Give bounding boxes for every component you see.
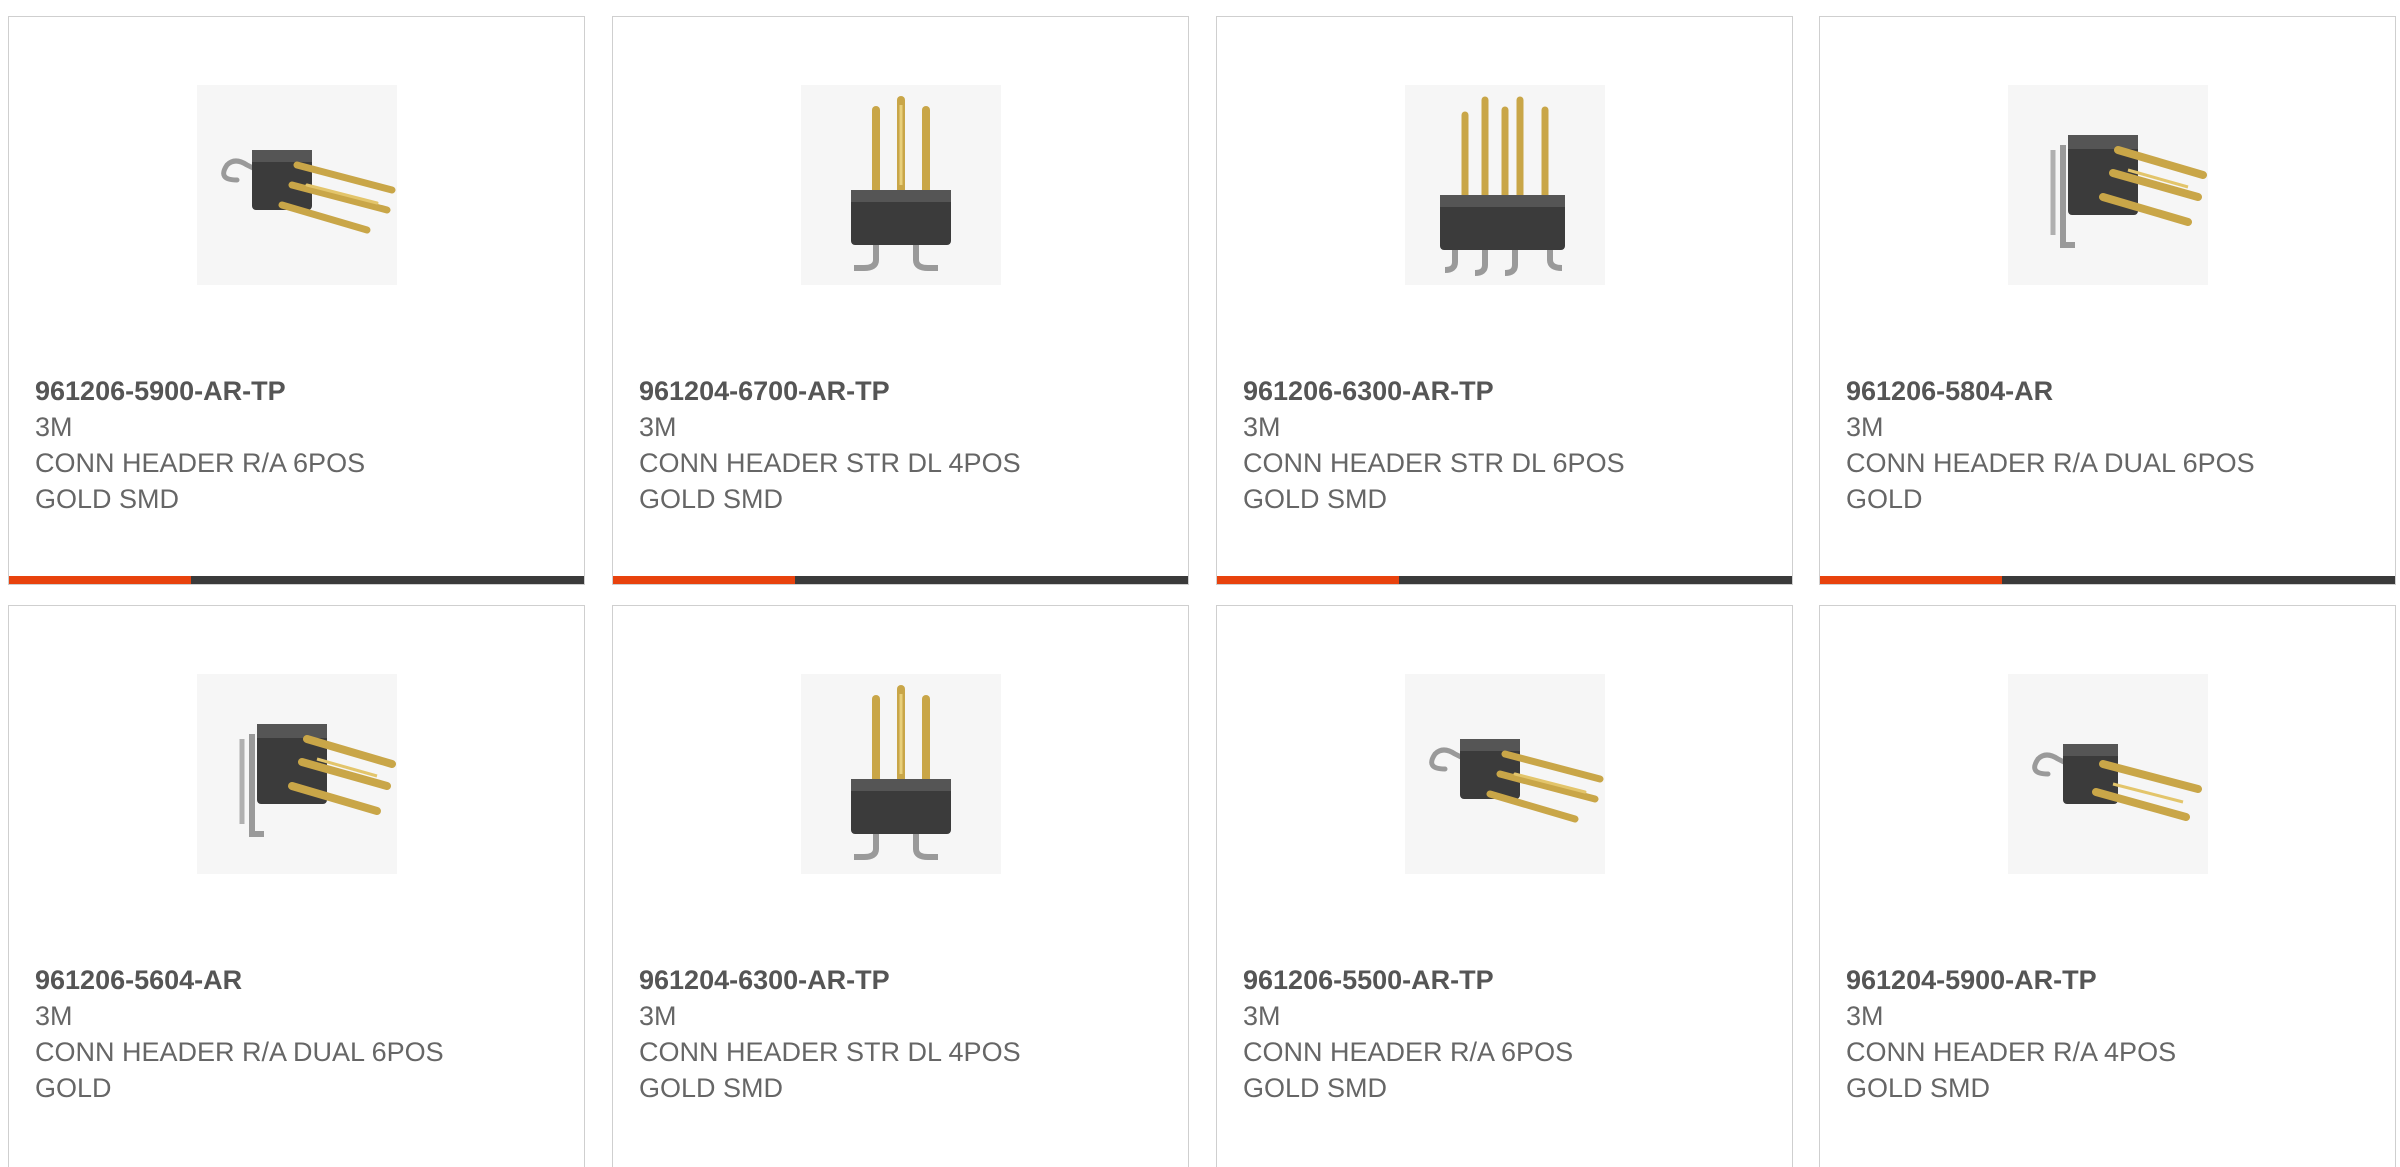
description-line: GOLD SMD bbox=[639, 1073, 784, 1103]
product-info: 961206-5804-AR 3M CONN HEADER R/A DUAL 6… bbox=[1846, 373, 2375, 517]
product-info: 961204-6700-AR-TP 3M CONN HEADER STR DL … bbox=[639, 373, 1168, 517]
card-accent-bar bbox=[1217, 576, 1399, 584]
product-card[interactable]: 961206-5500-AR-TP 3M CONN HEADER R/A 6PO… bbox=[1216, 605, 1793, 1167]
part-number[interactable]: 961206-5500-AR-TP bbox=[1243, 962, 1772, 998]
part-number[interactable]: 961206-6300-AR-TP bbox=[1243, 373, 1772, 409]
part-number[interactable]: 961206-5804-AR bbox=[1846, 373, 2375, 409]
product-card[interactable]: 961204-6300-AR-TP 3M CONN HEADER STR DL … bbox=[612, 605, 1189, 1167]
description-line: GOLD SMD bbox=[1243, 484, 1388, 514]
part-number[interactable]: 961204-6300-AR-TP bbox=[639, 962, 1168, 998]
manufacturer: 3M bbox=[35, 1001, 73, 1031]
description-line: GOLD SMD bbox=[1243, 1073, 1388, 1103]
card-accent-bar bbox=[9, 576, 191, 584]
product-image[interactable] bbox=[801, 85, 1001, 285]
product-card[interactable]: 961204-6700-AR-TP 3M CONN HEADER STR DL … bbox=[612, 16, 1189, 585]
description-line: CONN HEADER STR DL 6POS bbox=[1243, 448, 1625, 478]
product-image[interactable] bbox=[801, 674, 1001, 874]
product-info: 961206-5500-AR-TP 3M CONN HEADER R/A 6PO… bbox=[1243, 962, 1772, 1106]
description-line: GOLD SMD bbox=[35, 484, 180, 514]
manufacturer: 3M bbox=[639, 1001, 677, 1031]
product-image[interactable] bbox=[197, 674, 397, 874]
product-card[interactable]: 961204-5900-AR-TP 3M CONN HEADER R/A 4PO… bbox=[1819, 605, 2396, 1167]
description-line: CONN HEADER R/A 6POS bbox=[1243, 1037, 1574, 1067]
manufacturer: 3M bbox=[1243, 412, 1281, 442]
product-info: 961204-6300-AR-TP 3M CONN HEADER STR DL … bbox=[639, 962, 1168, 1106]
description-line: CONN HEADER STR DL 4POS bbox=[639, 448, 1021, 478]
product-card[interactable]: 961206-6300-AR-TP 3M CONN HEADER STR DL … bbox=[1216, 16, 1793, 585]
right-angle-header-6pos-icon bbox=[221, 150, 396, 234]
straight-header-4pos-icon bbox=[851, 685, 951, 860]
product-info: 961204-5900-AR-TP 3M CONN HEADER R/A 4PO… bbox=[1846, 962, 2375, 1106]
description-line: GOLD SMD bbox=[639, 484, 784, 514]
card-bottom-bar bbox=[613, 576, 1188, 584]
product-image[interactable] bbox=[1405, 674, 1605, 874]
part-number[interactable]: 961204-5900-AR-TP bbox=[1846, 962, 2375, 998]
manufacturer: 3M bbox=[1243, 1001, 1281, 1031]
product-image[interactable] bbox=[1405, 85, 1605, 285]
product-image[interactable] bbox=[2008, 85, 2208, 285]
description-line: GOLD bbox=[35, 1073, 112, 1103]
description-line: CONN HEADER STR DL 4POS bbox=[639, 1037, 1021, 1067]
part-number[interactable]: 961206-5604-AR bbox=[35, 962, 564, 998]
card-accent-bar bbox=[1820, 576, 2002, 584]
product-info: 961206-6300-AR-TP 3M CONN HEADER STR DL … bbox=[1243, 373, 1772, 517]
right-angle-header-6pos-icon bbox=[1429, 739, 1604, 823]
product-grid: 961206-5900-AR-TP 3M CONN HEADER R/A 6PO… bbox=[0, 0, 2400, 1167]
manufacturer: 3M bbox=[639, 412, 677, 442]
straight-header-4pos-icon bbox=[851, 96, 951, 271]
description-line: GOLD bbox=[1846, 484, 1923, 514]
part-number[interactable]: 961206-5900-AR-TP bbox=[35, 373, 564, 409]
straight-header-6pos-icon bbox=[1440, 96, 1565, 276]
part-number[interactable]: 961204-6700-AR-TP bbox=[639, 373, 1168, 409]
product-card[interactable]: 961206-5604-AR 3M CONN HEADER R/A DUAL 6… bbox=[8, 605, 585, 1167]
right-angle-header-dual-icon bbox=[2050, 135, 2207, 248]
description-line: CONN HEADER R/A DUAL 6POS bbox=[1846, 448, 2255, 478]
product-image[interactable] bbox=[197, 85, 397, 285]
description-line: CONN HEADER R/A 6POS bbox=[35, 448, 366, 478]
manufacturer: 3M bbox=[35, 412, 73, 442]
card-bottom-bar bbox=[1217, 576, 1792, 584]
product-card[interactable]: 961206-5900-AR-TP 3M CONN HEADER R/A 6PO… bbox=[8, 16, 585, 585]
description-line: CONN HEADER R/A DUAL 6POS bbox=[35, 1037, 444, 1067]
product-card[interactable]: 961206-5804-AR 3M CONN HEADER R/A DUAL 6… bbox=[1819, 16, 2396, 585]
description-line: CONN HEADER R/A 4POS bbox=[1846, 1037, 2177, 1067]
product-image[interactable] bbox=[2008, 674, 2208, 874]
product-info: 961206-5900-AR-TP 3M CONN HEADER R/A 6PO… bbox=[35, 373, 564, 517]
card-accent-bar bbox=[613, 576, 795, 584]
manufacturer: 3M bbox=[1846, 1001, 1884, 1031]
product-info: 961206-5604-AR 3M CONN HEADER R/A DUAL 6… bbox=[35, 962, 564, 1106]
manufacturer: 3M bbox=[1846, 412, 1884, 442]
card-bottom-bar bbox=[1820, 576, 2395, 584]
right-angle-header-4pos-icon bbox=[2032, 744, 2202, 821]
card-bottom-bar bbox=[9, 576, 584, 584]
right-angle-header-dual-icon bbox=[239, 724, 396, 837]
description-line: GOLD SMD bbox=[1846, 1073, 1991, 1103]
